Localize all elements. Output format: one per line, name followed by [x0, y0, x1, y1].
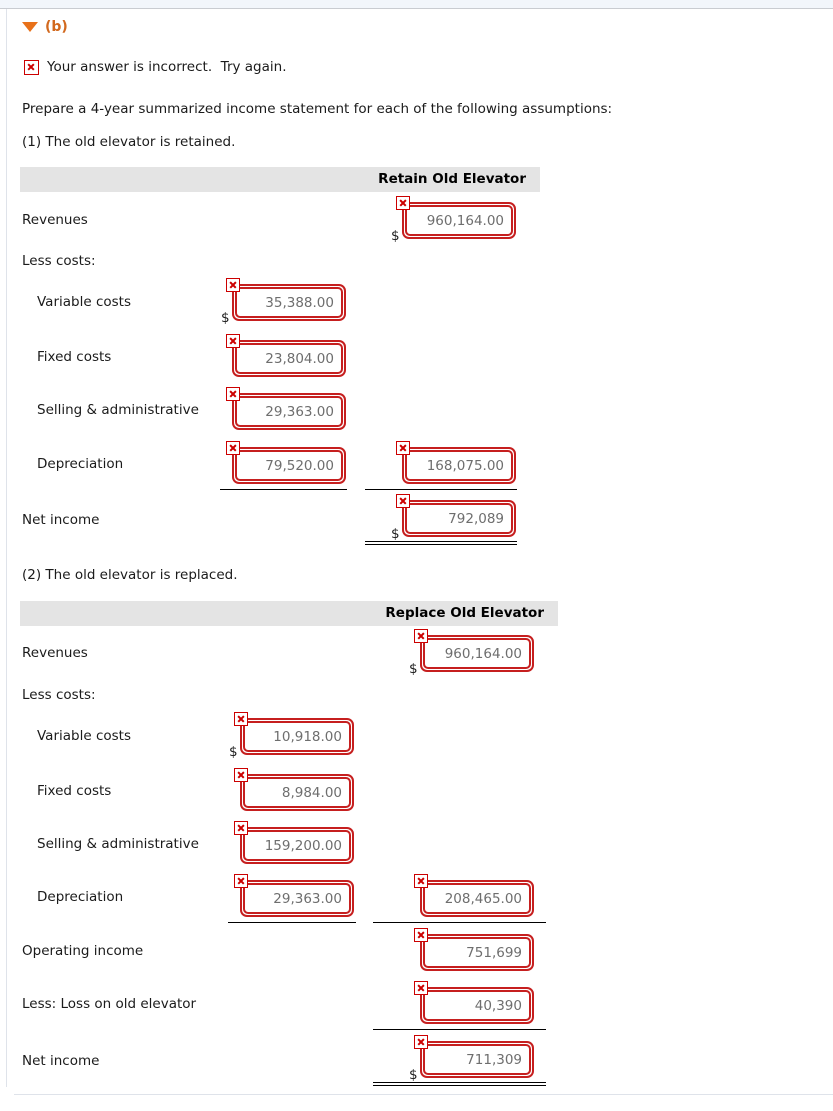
subtotal-rule-net-income-2: [373, 1029, 546, 1030]
incorrect-x-icon: [234, 712, 248, 726]
statement-1-intro: (1) The old elevator is retained.: [22, 134, 236, 150]
incorrect-x-icon: [396, 196, 410, 210]
row-label-variable-costs-2: Variable costs: [37, 728, 131, 744]
statement-1-header-label: Retain Old Elevator: [378, 171, 526, 187]
row-label-operating-income: Operating income: [22, 943, 144, 959]
page-left-rule: [6, 9, 7, 1087]
statement-2-header-label: Replace Old Elevator: [385, 605, 544, 621]
row-label-depreciation-2: Depreciation: [37, 889, 124, 905]
incorrect-x-icon: [414, 874, 428, 888]
input-net-income-retain[interactable]: 792,089: [396, 494, 516, 537]
input-fixed-costs-replace-value[interactable]: 8,984.00: [243, 777, 351, 808]
statement-2-header-bar: Replace Old Elevator: [20, 601, 558, 626]
input-fixed-costs-retain-value[interactable]: 23,804.00: [235, 343, 343, 374]
incorrect-x-icon: [234, 874, 248, 888]
incorrect-x-icon: [226, 441, 240, 455]
input-loss-on-old-elevator-replace[interactable]: 40,390: [414, 981, 534, 1024]
input-depreciation-total-replace-value[interactable]: 208,465.00: [423, 883, 531, 914]
part-header[interactable]: (b): [22, 19, 68, 35]
row-label-depreciation-1: Depreciation: [37, 456, 124, 472]
dollar-sign-net-income-2: $: [409, 1067, 418, 1083]
subtotal-rule-col2-2: [373, 922, 546, 923]
part-label: (b): [45, 19, 68, 35]
input-variable-costs-replace-value[interactable]: 10,918.00: [243, 721, 351, 752]
input-depreciation-retain-value[interactable]: 79,520.00: [235, 450, 343, 481]
page-bottom-strip: [0, 1095, 833, 1111]
row-label-loss-on-old-elevator: Less: Loss on old elevator: [22, 996, 197, 1012]
input-variable-costs-retain[interactable]: 35,388.00: [226, 278, 346, 321]
input-depreciation-replace[interactable]: 29,363.00: [234, 874, 354, 917]
input-operating-income-replace[interactable]: 751,699: [414, 928, 534, 971]
instructions-text: Prepare a 4-year summarized income state…: [22, 101, 613, 117]
subtotal-rule-col1-2: [228, 922, 356, 923]
feedback-text: Your answer is incorrect. Try again.: [47, 59, 287, 75]
incorrect-x-icon: [414, 629, 428, 643]
incorrect-x-icon: [414, 928, 428, 942]
dollar-sign-revenues-2: $: [409, 661, 418, 677]
dollar-sign-revenues-1: $: [391, 228, 400, 244]
input-depreciation-total-replace[interactable]: 208,465.00: [414, 874, 534, 917]
input-depreciation-total-retain-value[interactable]: 168,075.00: [405, 450, 513, 481]
row-label-revenues-1: Revenues: [22, 212, 88, 228]
row-label-less-costs-1: Less costs:: [22, 253, 96, 269]
input-net-income-replace-value[interactable]: 711,309: [423, 1044, 531, 1075]
incorrect-x-icon: [396, 441, 410, 455]
incorrect-x-icon: [234, 821, 248, 835]
input-selling-admin-replace-value[interactable]: 159,200.00: [243, 830, 351, 861]
dollar-sign-net-income-1: $: [391, 526, 400, 542]
input-revenues-replace-value[interactable]: 960,164.00: [423, 638, 531, 669]
page-top-rule: [0, 8, 833, 9]
subtotal-rule-col1-1: [220, 489, 347, 490]
row-label-less-costs-2: Less costs:: [22, 687, 96, 703]
input-depreciation-retain[interactable]: 79,520.00: [226, 441, 346, 484]
row-label-net-income-2: Net income: [22, 1053, 100, 1069]
incorrect-x-icon: [414, 1035, 428, 1049]
statement-2-intro: (2) The old elevator is replaced.: [22, 567, 238, 583]
triangle-down-icon[interactable]: [22, 22, 38, 32]
row-label-fixed-costs-2: Fixed costs: [37, 783, 112, 799]
input-operating-income-replace-value[interactable]: 751,699: [423, 937, 531, 968]
input-revenues-replace[interactable]: 960,164.00: [414, 629, 534, 672]
input-net-income-replace[interactable]: 711,309: [414, 1035, 534, 1078]
input-fixed-costs-replace[interactable]: 8,984.00: [234, 768, 354, 811]
row-label-selling-admin-1: Selling & administrative: [37, 402, 199, 418]
input-selling-admin-retain[interactable]: 29,363.00: [226, 387, 346, 430]
row-label-revenues-2: Revenues: [22, 645, 88, 661]
input-revenues-retain-value[interactable]: 960,164.00: [405, 205, 513, 236]
incorrect-x-icon: [226, 278, 240, 292]
page-top-strip: [0, 0, 833, 8]
input-selling-admin-retain-value[interactable]: 29,363.00: [235, 396, 343, 427]
row-label-variable-costs-1: Variable costs: [37, 294, 131, 310]
assignment-page: (b) Your answer is incorrect. Try again.…: [0, 0, 833, 1111]
row-label-fixed-costs-1: Fixed costs: [37, 349, 112, 365]
subtotal-rule-col2-1: [365, 489, 517, 490]
incorrect-x-icon: [226, 387, 240, 401]
total-double-rule-2: [373, 1082, 546, 1086]
statement-1-header-bar: Retain Old Elevator: [20, 167, 540, 192]
input-selling-admin-replace[interactable]: 159,200.00: [234, 821, 354, 864]
dollar-sign-variable-costs-2: $: [229, 744, 238, 760]
input-depreciation-replace-value[interactable]: 29,363.00: [243, 883, 351, 914]
total-double-rule-1: [365, 541, 517, 545]
input-depreciation-total-retain[interactable]: 168,075.00: [396, 441, 516, 484]
input-net-income-retain-value[interactable]: 792,089: [405, 503, 513, 534]
dollar-sign-variable-costs-1: $: [221, 310, 230, 326]
incorrect-x-icon: [414, 981, 428, 995]
input-variable-costs-retain-value[interactable]: 35,388.00: [235, 287, 343, 318]
feedback-banner: Your answer is incorrect. Try again.: [24, 59, 287, 75]
row-label-selling-admin-2: Selling & administrative: [37, 836, 199, 852]
input-variable-costs-replace[interactable]: 10,918.00: [234, 712, 354, 755]
input-revenues-retain[interactable]: 960,164.00: [396, 196, 516, 239]
incorrect-x-icon: [396, 494, 410, 508]
incorrect-x-icon: [234, 768, 248, 782]
input-loss-on-old-elevator-replace-value[interactable]: 40,390: [423, 990, 531, 1021]
incorrect-x-icon: [226, 334, 240, 348]
incorrect-x-icon: [24, 59, 39, 75]
row-label-net-income-1: Net income: [22, 512, 100, 528]
input-fixed-costs-retain[interactable]: 23,804.00: [226, 334, 346, 377]
